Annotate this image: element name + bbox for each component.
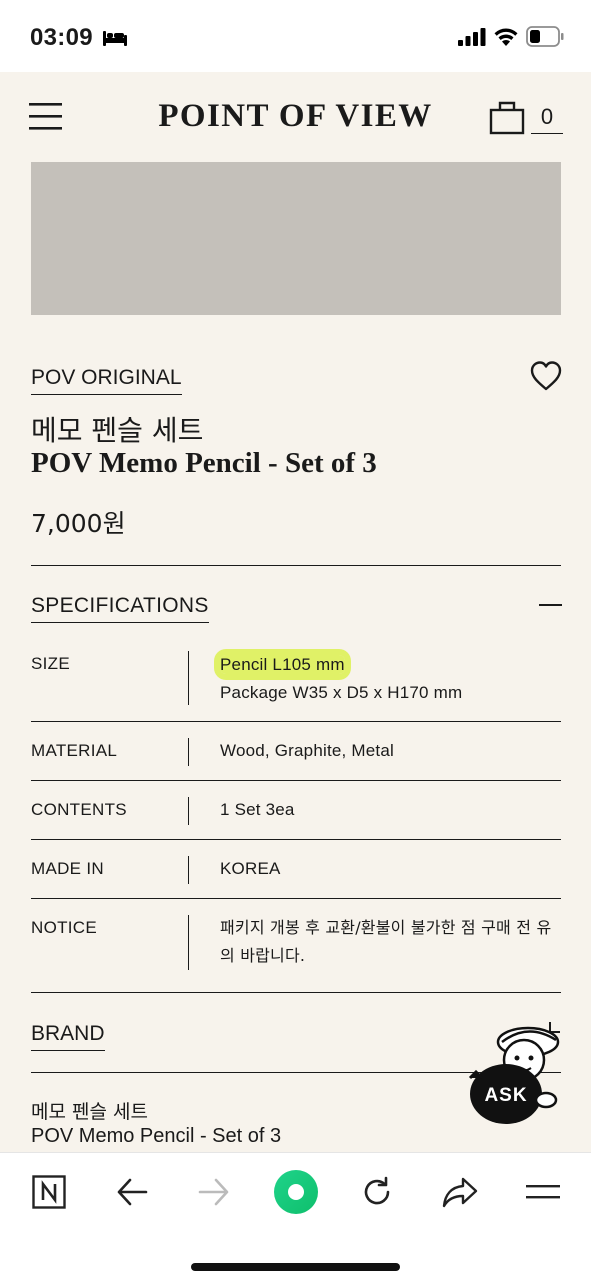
highlighted-text: Pencil L105 mm [220,655,345,674]
mascot-character-icon: ASK [468,1026,560,1124]
spec-label: CONTENTS [31,800,127,819]
back-arrow-icon [117,1178,148,1206]
browser-toolbar [0,1152,591,1280]
spec-value: Pencil L105 mm Package W35 x D5 x H170 m… [220,651,462,707]
spec-label: SIZE [31,654,70,673]
status-bar: 03:09 [0,0,591,72]
spec-divider [188,856,189,884]
back-button[interactable] [108,1170,156,1214]
forward-arrow-icon [198,1178,229,1206]
spec-value-line: Package W35 x D5 x H170 mm [220,683,463,702]
brand-product-name-korean: 메모 펜슬 세트 [31,1101,148,1123]
site-header: POINT OF VIEW 0 [0,72,591,162]
home-indicator [191,1263,400,1271]
naver-n-icon [32,1175,66,1209]
status-time: 03:09 [30,24,93,51]
naver-home-button[interactable] [25,1170,73,1214]
sleep-bed-icon [103,31,127,46]
spec-divider [188,738,189,766]
product-image [31,162,561,315]
divider [31,780,561,781]
spec-label: MADE IN [31,859,104,878]
share-button[interactable] [436,1170,484,1214]
browser-menu-button[interactable] [519,1170,567,1214]
spec-divider [188,797,189,825]
shopping-bag-icon[interactable] [489,99,525,135]
forward-button[interactable] [190,1170,238,1214]
spec-divider [188,915,189,970]
green-dot-button[interactable] [272,1170,320,1214]
divider [31,721,561,722]
ask-label: ASK [484,1085,527,1106]
menu-icon [526,1185,560,1199]
product-name-korean: 메모 펜슬 세트 [31,414,204,447]
share-icon [442,1177,478,1208]
divider [31,898,561,899]
spec-value: 패키지 개봉 후 교환/환불이 불가한 점 구매 전 유의 바랍니다. [220,918,552,965]
ask-chat-widget[interactable]: ASK [462,1020,562,1130]
brand-link[interactable]: POV ORIGINAL [31,366,182,395]
heart-wishlist-icon[interactable] [529,360,563,392]
cellular-signal-icon [458,28,486,46]
spec-label: MATERIAL [31,741,118,760]
divider [31,839,561,840]
spec-divider [188,651,189,705]
spec-value: KOREA [220,859,281,878]
spec-value: Wood, Graphite, Metal [220,741,394,760]
spec-value: 1 Set 3ea [220,800,295,819]
cart-count[interactable]: 0 [531,104,563,134]
brand-product-name-english: POV Memo Pencil - Set of 3 [31,1125,282,1147]
reload-icon [364,1176,390,1205]
divider [31,565,561,566]
brand-section-toggle[interactable]: BRAND [31,1022,105,1051]
spec-label: NOTICE [31,918,98,937]
green-dot-icon [274,1170,318,1214]
collapse-minus-icon[interactable] [539,604,562,606]
reload-button[interactable] [353,1170,401,1214]
divider [31,992,561,993]
specifications-toggle[interactable]: SPECIFICATIONS [31,594,209,623]
wifi-icon [494,28,518,46]
product-name-english: POV Memo Pencil - Set of 3 [31,447,377,479]
battery-icon [526,26,564,47]
product-price: 7,000원 [31,509,126,538]
